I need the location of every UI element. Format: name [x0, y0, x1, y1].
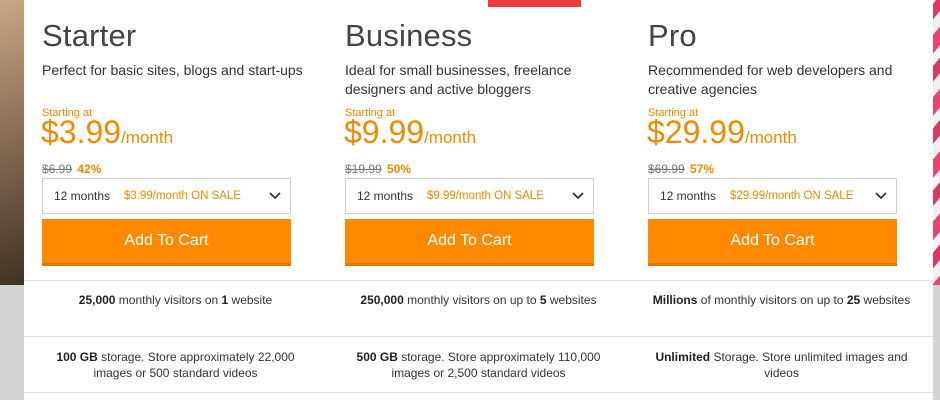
discount-percent: 57%	[690, 162, 715, 176]
divider	[630, 392, 933, 393]
price-amount: $29.99	[647, 114, 745, 150]
plan-description: Ideal for small businesses, freelance de…	[345, 62, 572, 97]
term-sale-price: $29.99/month ON SALE	[730, 190, 854, 202]
discount-row: $19.99 50%	[345, 162, 411, 176]
term-months: 12 months	[357, 189, 414, 203]
plan-title: Starter	[42, 18, 137, 53]
price-amount: $9.99	[344, 114, 425, 150]
feature-storage: Unlimited Storage. Store unlimited image…	[655, 350, 908, 380]
price-period: /month	[744, 128, 797, 147]
add-to-cart-button[interactable]: Add To Cart	[345, 219, 594, 266]
plan-description: Perfect for basic sites, blogs and start…	[42, 62, 303, 78]
divider	[24, 280, 327, 281]
term-select[interactable]: 12 months $9.99/month ON SALE	[345, 178, 594, 214]
divider	[630, 280, 933, 281]
term-months: 12 months	[660, 189, 717, 203]
chevron-down-icon	[269, 192, 281, 200]
plan-price: $9.99/month	[344, 114, 476, 151]
old-price: $69.99	[648, 162, 685, 176]
plan-title: Business	[345, 18, 473, 53]
discount-percent: 50%	[387, 162, 412, 176]
feature-visitors: 250,000 monthly visitors on up to 5 webs…	[360, 293, 597, 307]
discount-percent: 42%	[77, 162, 102, 176]
plan-description: Recommended for web developers and creat…	[648, 62, 893, 97]
plan-card-business: Business Ideal for small businesses, fre…	[327, 0, 630, 400]
add-to-cart-button[interactable]: Add To Cart	[42, 219, 291, 266]
price-period: /month	[121, 128, 174, 147]
term-select[interactable]: 12 months $3.99/month ON SALE	[42, 178, 291, 214]
divider	[327, 392, 630, 393]
divider	[24, 336, 327, 337]
feature-visitors: Millions of monthly visitors on up to 25…	[652, 293, 911, 307]
discount-row: $6.99 42%	[42, 162, 101, 176]
price-amount: $3.99	[41, 114, 122, 150]
term-select[interactable]: 12 months $29.99/month ON SALE	[648, 178, 897, 214]
term-sale-price: $9.99/month ON SALE	[427, 190, 544, 202]
chevron-down-icon	[875, 192, 887, 200]
plan-title: Pro	[648, 18, 697, 53]
divider	[24, 392, 327, 393]
old-price: $19.99	[345, 162, 382, 176]
feature-storage: 100 GB storage. Store approximately 22,0…	[56, 350, 295, 380]
feature-storage: 500 GB storage. Store approximately 110,…	[356, 350, 601, 380]
price-period: /month	[424, 128, 477, 147]
divider	[630, 336, 933, 337]
old-price: $6.99	[42, 162, 73, 176]
add-to-cart-button[interactable]: Add To Cart	[648, 219, 897, 266]
plan-card-pro: Pro Recommended for web developers and c…	[630, 0, 933, 400]
chevron-down-icon	[572, 192, 584, 200]
term-sale-price: $3.99/month ON SALE	[124, 190, 241, 202]
plan-card-starter: Starter Perfect for basic sites, blogs a…	[24, 0, 327, 400]
divider	[327, 280, 630, 281]
discount-row: $69.99 57%	[648, 162, 714, 176]
plan-price: $3.99/month	[41, 114, 173, 151]
feature-visitors: 25,000 monthly visitors on 1 website	[78, 293, 273, 307]
plan-price: $29.99/month	[647, 114, 797, 151]
popular-ribbon	[488, 0, 581, 7]
term-months: 12 months	[54, 189, 111, 203]
divider	[327, 336, 630, 337]
